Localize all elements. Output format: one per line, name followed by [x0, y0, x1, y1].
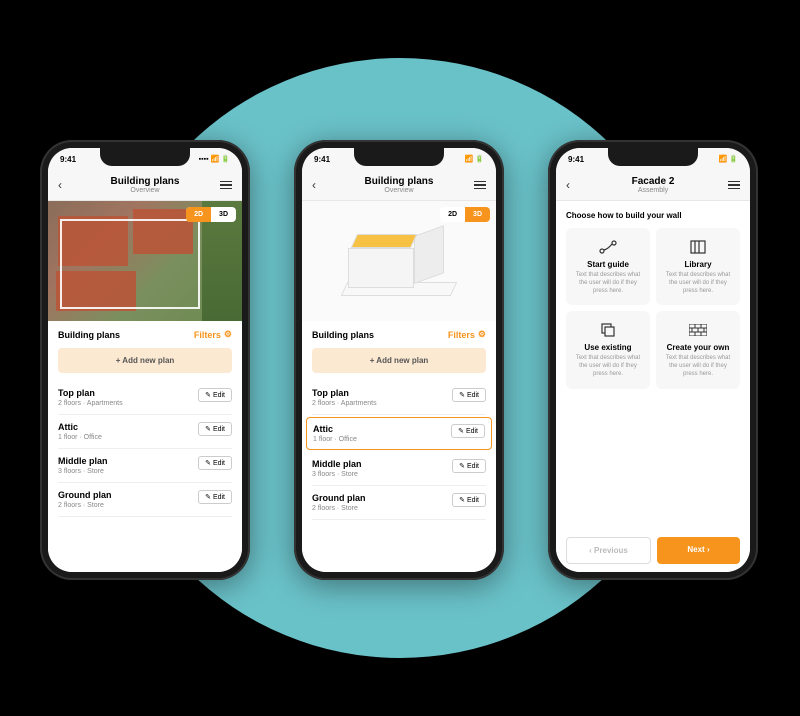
plan-item[interactable]: Middle plan 3 floors · Store ✎Edit [312, 452, 486, 486]
pencil-icon: ✎ [459, 462, 465, 470]
view-3d[interactable]: 2D 3D [302, 201, 496, 321]
phone-notch [354, 148, 444, 166]
status-time: 9:41 [60, 155, 76, 164]
back-button[interactable]: ‹ [312, 178, 328, 192]
nav-bar: ‹ Facade 2 Assembly [556, 170, 750, 201]
option-create-own[interactable]: Create your own Text that describes what… [656, 311, 740, 388]
filters-button[interactable]: Filters ⚙ [194, 329, 232, 340]
edit-button[interactable]: ✎Edit [452, 388, 486, 402]
page-subtitle: Overview [74, 187, 216, 194]
back-button[interactable]: ‹ [566, 178, 582, 192]
option-library[interactable]: Library Text that describes what the use… [656, 228, 740, 305]
phone-notch [100, 148, 190, 166]
plan-item[interactable]: Ground plan 2 floors · Store ✎Edit [58, 483, 232, 517]
plan-item[interactable]: Middle plan 3 floors · Store ✎Edit [58, 449, 232, 483]
filter-icon: ⚙ [478, 329, 486, 340]
pencil-icon: ✎ [205, 391, 211, 399]
toggle-3d[interactable]: 3D [211, 207, 236, 222]
back-button[interactable]: ‹ [58, 178, 74, 192]
add-plan-button[interactable]: + Add new plan [312, 348, 486, 373]
edit-button[interactable]: ✎Edit [198, 422, 232, 436]
section-title: Building plans [312, 330, 374, 340]
plan-item[interactable]: Ground plan 2 floors · Store ✎Edit [312, 486, 486, 520]
building-model [344, 226, 454, 296]
status-icons: ▪▪▪▪📶🔋 [199, 155, 230, 163]
filter-icon: ⚙ [224, 329, 232, 340]
option-start-guide[interactable]: Start guide Text that describes what the… [566, 228, 650, 305]
phone-mockup-2: 9:41 📶🔋 ‹ Building plans Overview [294, 140, 504, 580]
menu-button[interactable] [470, 181, 486, 190]
choose-heading: Choose how to build your wall [556, 201, 750, 228]
pencil-icon: ✎ [459, 496, 465, 504]
pencil-icon: ✎ [205, 459, 211, 467]
status-icons: 📶🔋 [719, 155, 738, 163]
phone-mockup-1: 9:41 ▪▪▪▪📶🔋 ‹ Building plans Overview [40, 140, 250, 580]
edit-button[interactable]: ✎Edit [198, 456, 232, 470]
library-icon [662, 238, 734, 256]
plan-item-selected[interactable]: Attic 1 floor · Office ✎Edit [306, 417, 492, 450]
page-title: Building plans [328, 176, 470, 187]
view-toggle: 2D 3D [440, 207, 490, 222]
page-title: Facade 2 [582, 176, 724, 187]
plan-item[interactable]: Top plan 2 floors · Apartments ✎Edit [58, 381, 232, 415]
edit-button[interactable]: ✎Edit [452, 459, 486, 473]
edit-button[interactable]: ✎Edit [198, 388, 232, 402]
route-icon [572, 238, 644, 256]
status-icons: 📶🔋 [465, 155, 484, 163]
plan-item[interactable]: Attic 1 floor · Office ✎Edit [58, 415, 232, 449]
status-time: 9:41 [314, 155, 330, 164]
pencil-icon: ✎ [205, 425, 211, 433]
page-title: Building plans [74, 176, 216, 187]
phone-notch [608, 148, 698, 166]
copy-icon [572, 321, 644, 339]
toggle-2d[interactable]: 2D [440, 207, 465, 222]
filters-button[interactable]: Filters ⚙ [448, 329, 486, 340]
nav-bar: ‹ Building plans Overview [302, 170, 496, 201]
chevron-right-icon: › [705, 545, 710, 554]
edit-button[interactable]: ✎Edit [451, 424, 485, 438]
pencil-icon: ✎ [205, 493, 211, 501]
menu-button[interactable] [724, 181, 740, 190]
toggle-3d[interactable]: 3D [465, 207, 490, 222]
menu-button[interactable] [216, 181, 232, 190]
add-plan-button[interactable]: + Add new plan [58, 348, 232, 373]
map-view-2d[interactable]: 2D 3D [48, 201, 242, 321]
pencil-icon: ✎ [458, 427, 464, 435]
edit-button[interactable]: ✎Edit [452, 493, 486, 507]
next-button[interactable]: Next › [657, 537, 740, 564]
toggle-2d[interactable]: 2D [186, 207, 211, 222]
pencil-icon: ✎ [459, 391, 465, 399]
previous-button[interactable]: ‹ Previous [566, 537, 651, 564]
edit-button[interactable]: ✎Edit [198, 490, 232, 504]
option-use-existing[interactable]: Use existing Text that describes what th… [566, 311, 650, 388]
view-toggle: 2D 3D [186, 207, 236, 222]
page-subtitle: Assembly [582, 187, 724, 194]
page-subtitle: Overview [328, 187, 470, 194]
plan-item[interactable]: Top plan 2 floors · Apartments ✎Edit [312, 381, 486, 415]
section-title: Building plans [58, 330, 120, 340]
status-time: 9:41 [568, 155, 584, 164]
nav-bar: ‹ Building plans Overview [48, 170, 242, 201]
brick-icon [662, 321, 734, 339]
phone-mockup-3: 9:41 📶🔋 ‹ Facade 2 Assembly Choose how t… [548, 140, 758, 580]
